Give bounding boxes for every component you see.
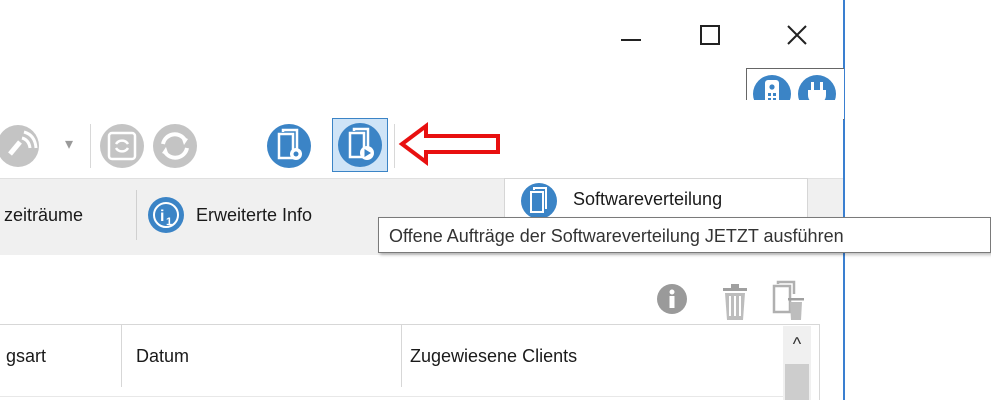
toolbar-separator [394, 124, 395, 168]
software-distribution-tab-icon [521, 182, 557, 219]
tooltip: Offene Aufträge der Softwareverteilung J… [378, 217, 991, 253]
svg-text:i: i [160, 208, 164, 225]
close-icon [787, 25, 807, 45]
chevron-up-icon: ^ [792, 334, 802, 354]
tab-label: zeiträume [4, 204, 84, 225]
run-open-jobs-button[interactable] [332, 118, 388, 172]
tab-label: Softwareverteilung [573, 189, 723, 209]
scroll-up-button[interactable]: ^ [783, 334, 811, 358]
column-separator[interactable] [401, 325, 402, 387]
tab-zeitraeume[interactable]: zeiträume [0, 186, 140, 244]
jobs-table: gsart Datum Zugewiesene Clients [0, 324, 820, 401]
minimize-button[interactable] [608, 12, 654, 58]
column-separator[interactable] [121, 325, 122, 387]
software-package-settings-icon[interactable] [265, 122, 313, 170]
close-button[interactable] [774, 12, 820, 58]
maximize-icon [700, 25, 720, 45]
scrollbar-thumb[interactable] [785, 364, 809, 400]
column-header-label: Datum [136, 345, 190, 366]
svg-text:1: 1 [166, 216, 172, 228]
trash-icon[interactable] [718, 282, 752, 322]
delete-package-icon[interactable] [768, 280, 808, 322]
wireless-icon[interactable] [0, 124, 44, 168]
header-row-separator [0, 396, 783, 397]
desktop-area [845, 0, 991, 400]
column-header-datum[interactable]: Datum [136, 325, 189, 387]
minimize-icon [621, 39, 641, 41]
tab-label: Erweiterte Info [196, 204, 313, 225]
red-arrow-annotation [398, 122, 500, 166]
column-header-label: Zugewiesene Clients [410, 345, 578, 366]
info-icon[interactable] [655, 282, 689, 316]
column-header-auftragsart[interactable]: gsart [6, 325, 46, 387]
info-tab-icon: i 1 [148, 197, 184, 233]
column-header-label: gsart [6, 345, 47, 366]
sync-icon[interactable] [150, 122, 200, 170]
maximize-button[interactable] [687, 12, 733, 58]
refresh-screen-icon[interactable] [98, 122, 146, 170]
toolbar-separator [90, 124, 91, 168]
table-right-border [819, 324, 820, 400]
column-header-zugewiesene-clients[interactable]: Zugewiesene Clients [410, 325, 577, 387]
tab-separator [136, 190, 137, 240]
dropdown-arrow-icon[interactable]: ▾ [65, 134, 73, 154]
software-package-play-icon [338, 123, 382, 167]
